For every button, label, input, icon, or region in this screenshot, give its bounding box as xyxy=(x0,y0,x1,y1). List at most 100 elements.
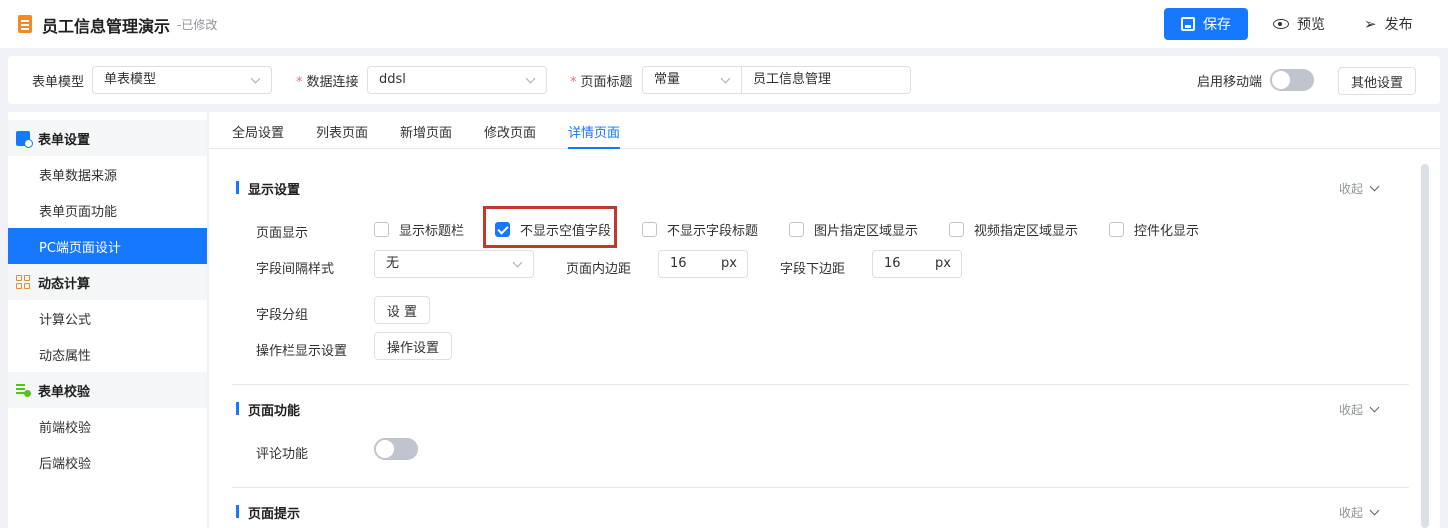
page-padding-value: 16 xyxy=(670,256,687,271)
publish-button[interactable]: ➢ 发布 xyxy=(1364,14,1413,34)
other-settings-button[interactable]: 其他设置 xyxy=(1338,67,1416,95)
sidebar-group-validation[interactable]: 表单校验 xyxy=(8,372,207,408)
page-title-input[interactable]: 员工信息管理 xyxy=(741,66,911,94)
sidebar-item-backend-validation[interactable]: 后端校验 xyxy=(8,444,207,480)
section-title-function: 页面功能 xyxy=(236,400,300,419)
form-settings-icon xyxy=(16,130,33,148)
publish-label: 发布 xyxy=(1384,17,1413,33)
checkbox-label: 图片指定区域显示 xyxy=(814,224,919,239)
section-title-display: 显示设置 xyxy=(236,179,300,198)
page-title-mode-select[interactable]: 常量 xyxy=(642,66,742,94)
tab-add-page[interactable]: 新增页面 xyxy=(400,122,452,149)
checkbox-box[interactable] xyxy=(789,222,804,237)
highlight-box xyxy=(483,206,617,248)
checkbox-hide-field-titles[interactable]: 不显示字段标题 xyxy=(642,220,758,239)
tab-detail-page[interactable]: 详情页面 xyxy=(568,122,621,149)
eye-icon xyxy=(1273,19,1289,29)
collapse-function-button[interactable]: 收起 xyxy=(1339,401,1380,418)
field-bottom-input[interactable]: 16 px xyxy=(872,250,962,278)
collapse-label: 收起 xyxy=(1339,506,1364,520)
data-conn-value: ddsl xyxy=(379,72,406,87)
app-title: 员工信息管理演示 xyxy=(42,17,171,36)
checkbox-video-area-display[interactable]: 视频指定区域显示 xyxy=(949,220,1078,239)
sidebar-item-page-function[interactable]: 表单页面功能 xyxy=(8,192,207,228)
save-icon xyxy=(1181,17,1195,31)
checkbox-box[interactable] xyxy=(642,222,657,237)
chevron-down-icon xyxy=(512,257,523,268)
page-padding-input[interactable]: 16 px xyxy=(658,250,748,278)
page-display-label: 页面显示 xyxy=(256,226,309,241)
checkbox-show-title-bar[interactable]: 显示标题栏 xyxy=(374,220,464,239)
comment-label: 评论功能 xyxy=(256,447,309,462)
sidebar-group-dynamic-calc[interactable]: 动态计算 xyxy=(8,264,207,300)
unit-label: px xyxy=(721,256,737,271)
save-button[interactable]: 保存 xyxy=(1164,8,1248,40)
chevron-down-icon xyxy=(1369,181,1380,192)
save-button-label: 保存 xyxy=(1203,17,1231,33)
chevron-down-icon xyxy=(720,73,731,84)
page-title-mode-value: 常量 xyxy=(654,72,681,87)
checkbox-image-area-display[interactable]: 图片指定区域显示 xyxy=(789,220,918,239)
checkbox-box[interactable] xyxy=(949,222,964,237)
preview-label: 预览 xyxy=(1297,17,1325,33)
collapse-label: 收起 xyxy=(1339,182,1364,196)
field-group-settings-button[interactable]: 设 置 xyxy=(374,296,430,324)
form-model-label: 表单模型 xyxy=(32,75,85,90)
main-panel: 全局设置 列表页面 新增页面 修改页面 详情页面 显示设置 收起 页面显示 显示… xyxy=(209,112,1440,528)
chevron-down-icon xyxy=(1369,505,1380,516)
collapse-display-button[interactable]: 收起 xyxy=(1339,180,1380,197)
app-header: 员工信息管理演示 -已修改 保存 预览 ➢ 发布 xyxy=(0,0,1448,48)
tab-global[interactable]: 全局设置 xyxy=(232,122,284,149)
tab-list-page[interactable]: 列表页面 xyxy=(316,122,368,149)
form-model-value: 单表模型 xyxy=(104,72,157,87)
divider xyxy=(232,487,1409,488)
sidebar-group-form-settings[interactable]: 表单设置 xyxy=(8,120,207,156)
sidebar-item-dynamic-attr[interactable]: 动态属性 xyxy=(8,336,207,372)
field-group-label: 字段分组 xyxy=(256,308,309,323)
data-conn-select[interactable]: ddsl xyxy=(367,66,547,94)
sidebar-group-label: 表单设置 xyxy=(38,132,91,148)
page-title-label: * 页面标题 xyxy=(570,75,633,90)
field-spacing-select[interactable]: 无 xyxy=(374,250,534,278)
document-icon xyxy=(18,15,32,33)
collapse-label: 收起 xyxy=(1339,403,1364,417)
sidebar-group-label: 表单校验 xyxy=(38,384,91,400)
mobile-toggle[interactable] xyxy=(1270,69,1314,91)
field-spacing-value: 无 xyxy=(386,256,400,271)
vertical-scrollbar[interactable] xyxy=(1421,164,1429,528)
action-bar-label: 操作栏显示设置 xyxy=(256,344,348,359)
chevron-down-icon xyxy=(525,73,536,84)
mobile-label: 启用移动端 xyxy=(1197,75,1263,90)
tab-edit-page[interactable]: 修改页面 xyxy=(484,122,536,149)
preview-button[interactable]: 预览 xyxy=(1273,14,1325,34)
sidebar-item-pc-design[interactable]: PC端页面设计 xyxy=(8,228,207,264)
checkbox-label: 不显示字段标题 xyxy=(667,224,759,239)
chevron-down-icon xyxy=(1369,402,1380,413)
form-config-bar: 表单模型 单表模型 * 数据连接 ddsl * 页面标题 常量 员工信息管理 启用移… xyxy=(8,56,1440,104)
send-icon: ➢ xyxy=(1364,14,1377,33)
checkbox-label: 显示标题栏 xyxy=(399,224,465,239)
modified-status: -已修改 xyxy=(177,18,218,32)
checkbox-box[interactable] xyxy=(374,222,389,237)
unit-label: px xyxy=(935,256,951,271)
sidebar-item-formula[interactable]: 计算公式 xyxy=(8,300,207,336)
collapse-tip-button[interactable]: 收起 xyxy=(1339,504,1380,521)
section-title-tip: 页面提示 xyxy=(236,503,300,522)
validate-icon xyxy=(16,383,31,397)
comment-toggle[interactable] xyxy=(374,438,418,460)
page-padding-label: 页面内边距 xyxy=(566,262,632,277)
field-bottom-value: 16 xyxy=(884,256,901,271)
divider xyxy=(232,384,1409,385)
action-settings-button[interactable]: 操作设置 xyxy=(374,332,452,360)
checkbox-widget-display[interactable]: 控件化显示 xyxy=(1109,220,1199,239)
checkbox-label: 控件化显示 xyxy=(1134,224,1200,239)
sidebar-item-data-source[interactable]: 表单数据来源 xyxy=(8,156,207,192)
sidebar-item-frontend-validation[interactable]: 前端校验 xyxy=(8,408,207,444)
form-model-select[interactable]: 单表模型 xyxy=(92,66,272,94)
field-spacing-label: 字段间隔样式 xyxy=(256,262,335,277)
page-tabs: 全局设置 列表页面 新增页面 修改页面 详情页面 xyxy=(209,112,1440,149)
chevron-down-icon xyxy=(250,73,261,84)
calc-icon xyxy=(16,275,30,289)
data-conn-label: * 数据连接 xyxy=(296,75,359,90)
checkbox-box[interactable] xyxy=(1109,222,1124,237)
